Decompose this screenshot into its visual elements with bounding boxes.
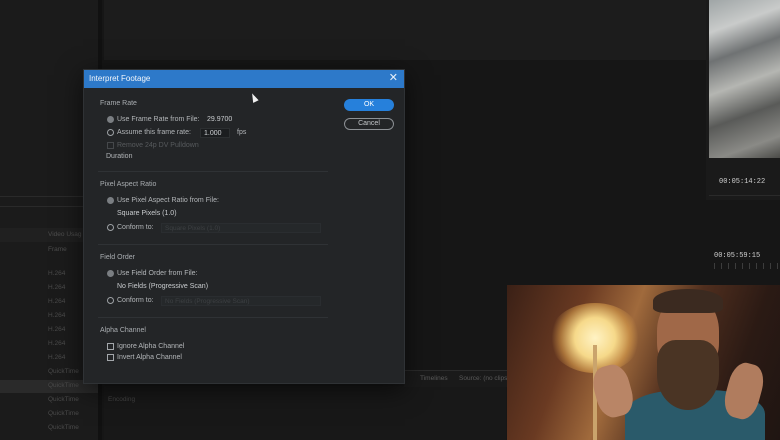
conform-pixel-aspect-select[interactable]: Square Pixels (1.0) [161,223,321,233]
duration-label: Duration [106,153,133,160]
conform-pixel-aspect-radio[interactable] [107,224,114,231]
project-item-format: QuickTime [48,396,79,403]
project-item-format: QuickTime [48,410,79,417]
project-item-format: H.264 [48,340,66,347]
ignore-alpha-label: Ignore Alpha Channel [117,343,185,350]
use-pixel-aspect-from-file-radio[interactable] [107,197,114,204]
section-divider [98,317,328,318]
project-item-format: H.264 [48,326,66,333]
frame-rate-heading: Frame Rate [100,100,137,107]
bottom-panel: Encoding [104,386,506,440]
dialog-title: Interpret Footage [89,74,151,83]
presenter-beard [657,340,719,410]
encoding-label: Encoding [108,396,136,403]
file-frame-rate-value: 29.9700 [207,116,233,123]
use-field-order-from-file-radio[interactable] [107,270,114,277]
project-list-item[interactable]: QuickTime [0,394,98,407]
close-icon[interactable]: ✕ [389,72,398,84]
use-frame-rate-from-file-radio[interactable] [107,116,114,123]
remove-pulldown-checkbox[interactable] [107,142,114,149]
use-field-order-from-file-label: Use Field Order from File: [117,270,198,277]
assume-frame-rate-radio[interactable] [107,129,114,136]
interpret-footage-dialog: Interpret Footage ✕ Frame Rate Use Frame… [83,69,405,384]
project-header-2: Frame [48,246,67,253]
fps-unit-label: fps [237,129,247,136]
project-item-format: QuickTime [48,424,79,431]
tab-timelines[interactable]: Timelines [420,375,448,382]
file-field-order-value: No Fields (Progressive Scan) [117,283,209,290]
assume-frame-rate-label: Assume this frame rate: [117,129,191,136]
timecode-current[interactable]: 00:05:14:22 [719,178,765,186]
conform-field-order-radio[interactable] [107,297,114,304]
project-item-format: H.264 [48,312,66,319]
timeline-ruler[interactable] [714,263,780,269]
file-pixel-aspect-value: Square Pixels (1.0) [117,210,177,217]
remove-pulldown-label: Remove 24p DV Pulldown [117,142,199,149]
use-frame-rate-from-file-label: Use Frame Rate from File: [117,116,200,123]
panel-separator [709,195,780,196]
project-list-item[interactable]: QuickTime [0,422,98,435]
timecode-end[interactable]: 00:05:59:15 [714,252,760,260]
section-divider [98,171,328,172]
conform-field-order-select[interactable]: No Fields (Progressive Scan) [161,296,321,306]
project-item-format: H.264 [48,354,66,361]
webcam-overlay [507,285,780,440]
invert-alpha-checkbox[interactable] [107,354,114,361]
tab-source[interactable]: Source: (no clips) [459,375,510,382]
use-pixel-aspect-from-file-label: Use Pixel Aspect Ratio from File: [117,197,219,204]
ok-button[interactable]: OK [344,99,394,111]
project-header-1: Video Usag [48,231,82,238]
project-list-item[interactable]: QuickTime [0,408,98,421]
conform-field-order-label: Conform to: [117,297,154,304]
conform-pixel-aspect-label: Conform to: [117,224,154,231]
invert-alpha-label: Invert Alpha Channel [117,354,182,361]
assume-frame-rate-input[interactable]: 1.000 [200,128,230,138]
presenter-hair [653,289,723,313]
project-item-format: QuickTime [48,382,79,389]
project-item-format: H.264 [48,298,66,305]
project-item-format: H.264 [48,284,66,291]
project-item-format: H.264 [48,270,66,277]
section-divider [98,244,328,245]
pixel-aspect-heading: Pixel Aspect Ratio [100,181,157,188]
ignore-alpha-checkbox[interactable] [107,343,114,350]
alpha-channel-heading: Alpha Channel [100,327,146,334]
dialog-titlebar[interactable]: Interpret Footage ✕ [84,70,404,88]
source-panel [104,0,706,60]
project-item-format: QuickTime [48,368,79,375]
cancel-button[interactable]: Cancel [344,118,394,130]
program-monitor-image [709,0,780,158]
field-order-heading: Field Order [100,254,136,261]
